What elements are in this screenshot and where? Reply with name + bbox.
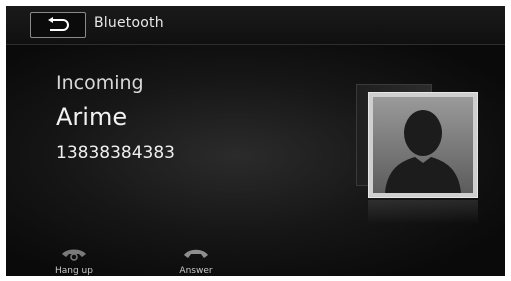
caller-name: Arime xyxy=(56,103,128,131)
back-arrow-icon xyxy=(48,17,69,31)
contact-avatar xyxy=(356,84,486,224)
phone-answer-icon xyxy=(184,249,208,258)
answer-button[interactable]: Answer xyxy=(168,245,224,276)
phone-hangup-icon xyxy=(62,249,86,261)
caller-number: 13838384383 xyxy=(56,143,175,163)
header-title: Bluetooth xyxy=(94,15,164,31)
avatar-frame xyxy=(368,92,478,198)
hang-up-button[interactable]: Hang up xyxy=(46,245,102,276)
answer-label: Answer xyxy=(179,266,213,276)
hang-up-label: Hang up xyxy=(55,266,93,276)
bluetooth-call-screen: Bluetooth Incoming Arime 13838384383 Han… xyxy=(6,6,505,276)
header-bar: Bluetooth xyxy=(6,6,505,45)
avatar-reflection xyxy=(368,200,478,224)
back-button[interactable] xyxy=(30,12,86,38)
contact-silhouette-icon xyxy=(385,110,461,193)
call-status: Incoming xyxy=(56,72,144,94)
